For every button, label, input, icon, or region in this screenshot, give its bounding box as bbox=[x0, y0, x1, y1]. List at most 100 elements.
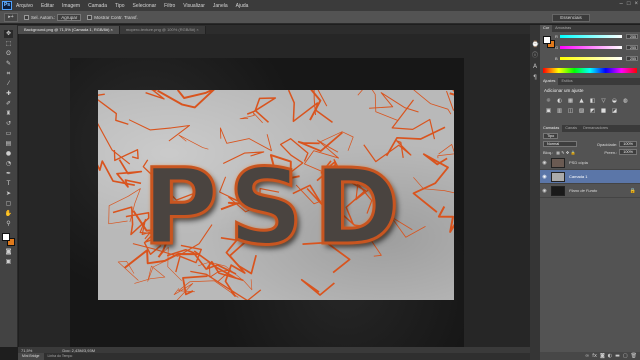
eraser-tool-icon[interactable]: ▭ bbox=[4, 130, 13, 138]
visibility-eye-icon[interactable]: ◉ bbox=[540, 174, 549, 180]
adjustment-icon[interactable]: ▦ bbox=[566, 97, 575, 105]
adjustment-icon[interactable]: ▣ bbox=[544, 107, 553, 115]
tab-amostras[interactable]: Amostras bbox=[552, 25, 574, 32]
adjustment-icon[interactable]: ◩ bbox=[588, 107, 597, 115]
new-adjustment-icon[interactable]: ◐ bbox=[608, 353, 612, 359]
paragraph-panel-icon[interactable]: ¶ bbox=[532, 74, 539, 81]
menu-editar[interactable]: Editar bbox=[41, 3, 54, 9]
artwork-image[interactable]: PSD bbox=[98, 90, 454, 300]
menu-arquivo[interactable]: Arquivo bbox=[16, 3, 33, 9]
adjustment-icon[interactable]: ▲ bbox=[577, 97, 586, 105]
tab-demarcadores[interactable]: Demarcadores bbox=[580, 125, 611, 132]
adjustment-icon[interactable]: ☼ bbox=[544, 97, 553, 105]
workspace-switcher[interactable]: Essenciais bbox=[552, 14, 590, 22]
visibility-eye-icon[interactable]: ◉ bbox=[540, 160, 549, 166]
tab-canais[interactable]: Canais bbox=[562, 125, 580, 132]
color-swatches[interactable] bbox=[1, 233, 16, 247]
green-channel-slider[interactable] bbox=[560, 46, 622, 49]
pen-tool-icon[interactable]: ✒ bbox=[4, 170, 13, 178]
adjustment-icon[interactable]: ▥ bbox=[555, 107, 564, 115]
lasso-tool-icon[interactable]: ʘ bbox=[4, 50, 13, 58]
layer-row[interactable]: ◉ PSD cópia bbox=[540, 156, 640, 170]
new-group-icon[interactable]: ▬ bbox=[615, 353, 620, 359]
zoom-tool-icon[interactable]: ⚲ bbox=[4, 220, 13, 228]
red-channel-slider[interactable] bbox=[560, 35, 622, 38]
path-select-tool-icon[interactable]: ➤ bbox=[4, 190, 13, 198]
new-layer-icon[interactable]: ▢ bbox=[623, 353, 628, 359]
canvas-area[interactable]: PSD bbox=[19, 34, 530, 347]
menu-filtro[interactable]: Filtro bbox=[164, 3, 175, 9]
history-panel-icon[interactable]: ⌚ bbox=[532, 41, 539, 48]
quick-mask-icon[interactable]: ◙ bbox=[4, 248, 13, 256]
history-brush-tool-icon[interactable]: ↺ bbox=[4, 120, 13, 128]
eyedropper-tool-icon[interactable]: ⁄ bbox=[4, 80, 13, 88]
color-panel-swatches[interactable] bbox=[543, 36, 555, 48]
color-panel-fg-swatch[interactable] bbox=[543, 36, 551, 44]
maximize-icon[interactable]: □ bbox=[627, 1, 631, 7]
kind-filter-dropdown[interactable]: Tipo bbox=[543, 133, 559, 139]
green-channel-value[interactable]: 255 bbox=[626, 45, 638, 50]
layer-style-icon[interactable]: fx bbox=[592, 353, 597, 359]
lock-icons[interactable]: ▦ ✎ ✥ 🔒 bbox=[556, 150, 575, 155]
adjustment-icon[interactable]: ◫ bbox=[566, 107, 575, 115]
layer-row[interactable]: ◉ Plano de Fundo 🔒 bbox=[540, 184, 640, 198]
stamp-tool-icon[interactable]: ♜ bbox=[4, 110, 13, 118]
auto-select-checkbox[interactable] bbox=[24, 14, 29, 20]
auto-select-dropdown[interactable]: Agrupar bbox=[57, 13, 82, 21]
blue-channel-slider[interactable] bbox=[560, 57, 622, 60]
move-tool-icon[interactable]: ✥ bbox=[4, 30, 13, 38]
shape-tool-icon[interactable]: ▢ bbox=[4, 200, 13, 208]
zoom-level[interactable]: 71,5% bbox=[21, 348, 32, 353]
adjustment-icon[interactable]: ◐ bbox=[555, 97, 564, 105]
blue-channel-value[interactable]: 255 bbox=[626, 56, 638, 61]
brush-tool-icon[interactable]: ✐ bbox=[4, 100, 13, 108]
gradient-tool-icon[interactable]: ▤ bbox=[4, 140, 13, 148]
layer-row[interactable]: ◉ Camada 1 bbox=[540, 170, 640, 184]
close-icon[interactable]: × bbox=[634, 1, 638, 7]
adjustment-icon[interactable]: ▽ bbox=[599, 97, 608, 105]
trash-icon[interactable]: 🗑 bbox=[631, 353, 637, 359]
fill-field[interactable]: 100% bbox=[619, 149, 637, 155]
quick-select-tool-icon[interactable]: ✎ bbox=[4, 60, 13, 68]
move-tool-preset[interactable]: ▸+ bbox=[4, 12, 18, 22]
foreground-color-swatch[interactable] bbox=[1, 233, 10, 241]
menu-ajuda[interactable]: Ajuda bbox=[236, 3, 249, 9]
tab-mini-bridge[interactable]: Mini Bridge bbox=[18, 353, 44, 360]
dodge-tool-icon[interactable]: ◔ bbox=[4, 160, 13, 168]
marquee-tool-icon[interactable]: ⬚ bbox=[4, 40, 13, 48]
show-transform-option[interactable]: Mostrar Contr. Transf. bbox=[87, 14, 138, 20]
menu-janela[interactable]: Janela bbox=[213, 3, 228, 9]
show-transform-checkbox[interactable] bbox=[87, 14, 93, 20]
adjustment-icon[interactable]: ◧ bbox=[588, 97, 597, 105]
tab-timeline[interactable]: Linha do Tempo bbox=[44, 353, 77, 360]
adjustment-icon[interactable]: ◒ bbox=[610, 97, 619, 105]
hand-tool-icon[interactable]: ✋ bbox=[4, 210, 13, 218]
tab-texture-png[interactable]: mopero-texture.png @ 100% (RGB/8#) × bbox=[119, 26, 206, 34]
tab-cor[interactable]: Cor bbox=[540, 25, 553, 32]
link-layers-icon[interactable]: ∞ bbox=[585, 353, 589, 359]
type-tool-icon[interactable]: T bbox=[4, 180, 13, 188]
screen-mode-icon[interactable]: ▣ bbox=[4, 258, 13, 266]
menu-imagem[interactable]: Imagem bbox=[62, 3, 80, 9]
menu-camada[interactable]: Camada bbox=[88, 3, 107, 9]
blend-mode-dropdown[interactable]: Normal bbox=[543, 141, 577, 147]
opacity-field[interactable]: 100% bbox=[619, 141, 637, 147]
add-mask-icon[interactable]: ◙ bbox=[600, 353, 605, 359]
menu-visualizar[interactable]: Visualizar bbox=[183, 3, 205, 9]
minimize-icon[interactable]: – bbox=[620, 1, 623, 7]
adjustment-icon[interactable]: ◪ bbox=[610, 107, 619, 115]
crop-tool-icon[interactable]: ⌗ bbox=[4, 70, 13, 78]
visibility-eye-icon[interactable]: ◉ bbox=[540, 188, 549, 194]
healing-tool-icon[interactable]: ✚ bbox=[4, 90, 13, 98]
adjustment-icon[interactable]: ■ bbox=[599, 107, 608, 115]
tab-background-png[interactable]: Background.png @ 71,5% (Camada 1, RGB/8#… bbox=[18, 26, 120, 34]
color-spectrum[interactable] bbox=[543, 68, 637, 73]
tab-camadas[interactable]: Camadas bbox=[540, 125, 563, 132]
adjustment-icon[interactable]: ▨ bbox=[577, 107, 586, 115]
properties-panel-icon[interactable]: ⓘ bbox=[532, 52, 539, 59]
tab-estilos[interactable]: Estilos bbox=[558, 78, 575, 85]
menu-selecionar[interactable]: Selecionar bbox=[133, 3, 157, 9]
adjustment-icon[interactable]: ◍ bbox=[621, 97, 630, 105]
red-channel-value[interactable]: 255 bbox=[626, 34, 638, 39]
character-panel-icon[interactable]: A bbox=[532, 63, 539, 70]
